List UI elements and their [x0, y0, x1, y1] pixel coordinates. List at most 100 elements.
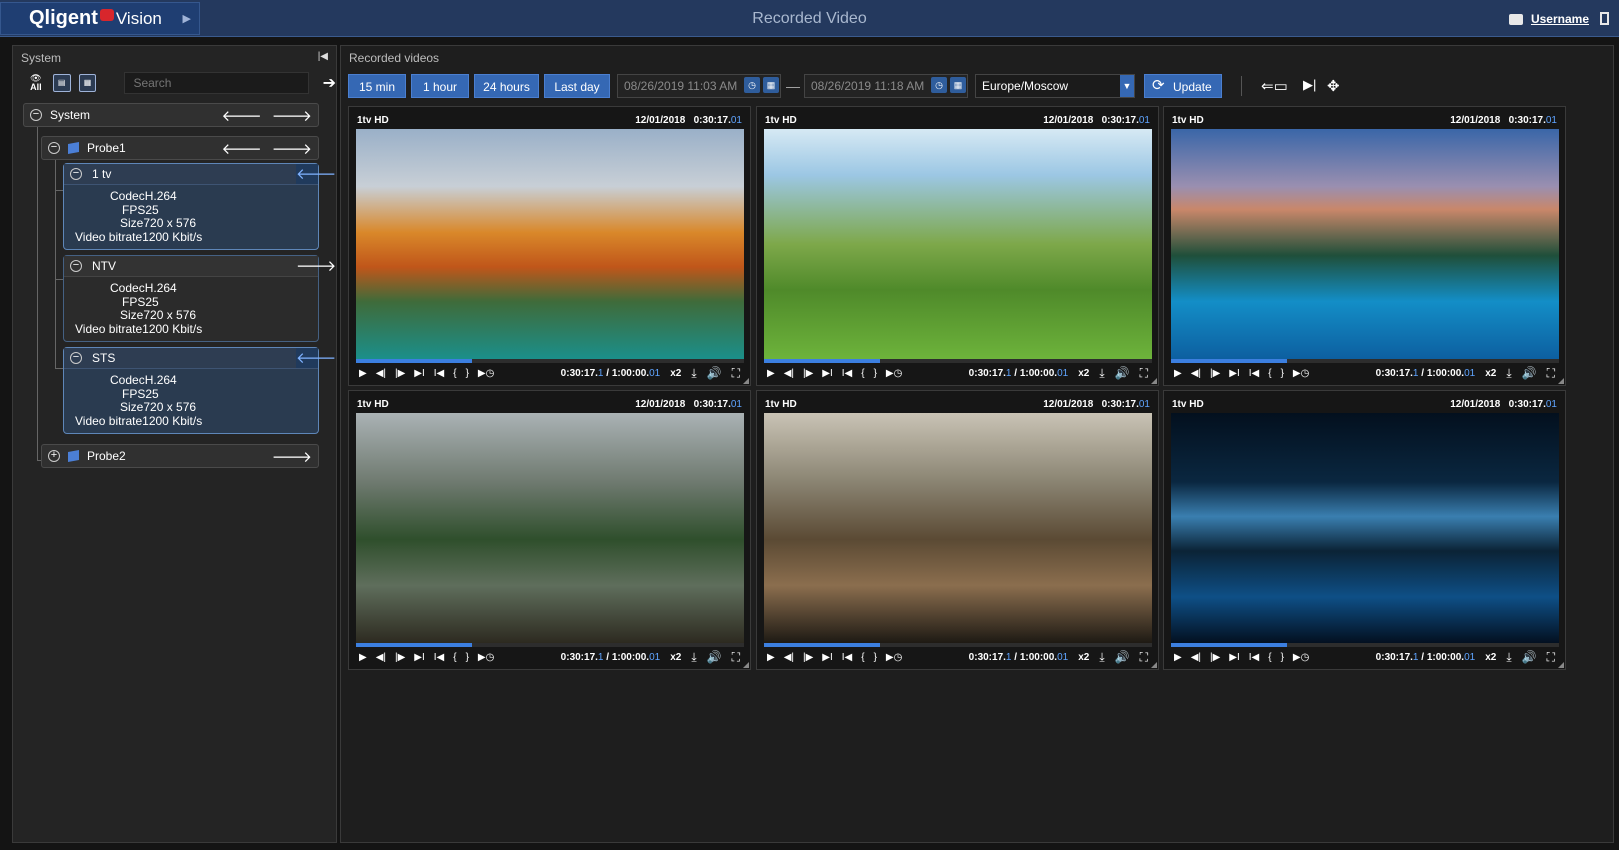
mark-in-icon[interactable]: {	[1268, 368, 1271, 379]
arrow-left-icon[interactable]: 🡐	[222, 106, 262, 125]
view-grid-icon[interactable]: ▦	[78, 74, 97, 92]
arrow-right-icon[interactable]: 🡒	[272, 139, 312, 158]
range-24hours-button[interactable]: 24 hours	[474, 74, 539, 98]
play-to-time-icon[interactable]: ▶◷	[886, 368, 902, 379]
panel-toggle-icon[interactable]	[1600, 12, 1609, 25]
arrow-right-icon[interactable]: 🡒	[272, 447, 312, 466]
fullscreen-icon[interactable]: ⛶	[1140, 650, 1148, 665]
volume-icon[interactable]: 🔊	[1115, 650, 1130, 664]
resize-handle[interactable]	[1558, 378, 1564, 384]
view-list-icon[interactable]: ▤	[52, 74, 71, 92]
step-forward-icon[interactable]: |▶	[803, 368, 813, 379]
go-start-icon[interactable]: I◀	[434, 368, 444, 379]
speed-label[interactable]: x2	[1485, 368, 1496, 379]
step-back-icon[interactable]: ◀|	[376, 652, 386, 663]
step-forward-icon[interactable]: |▶	[395, 652, 405, 663]
step-back-icon[interactable]: ◀|	[784, 652, 794, 663]
mark-out-icon[interactable]: }	[466, 652, 469, 663]
speed-label[interactable]: x2	[1078, 368, 1089, 379]
arrow-left-icon[interactable]: 🡐	[296, 164, 336, 184]
play-icon[interactable]: ▶	[767, 652, 775, 663]
video-tile[interactable]: 1tv HD 12/01/2018 0:30:17.01 ▶ ◀| |▶ ▶I …	[348, 106, 751, 386]
channel-card-ntv[interactable]: − NTV 🡒 CodecH.264 FPS25 Size720 x 576 V…	[63, 255, 336, 342]
arrow-right-icon[interactable]: 🡒	[272, 106, 312, 125]
play-icon[interactable]: ▶	[1174, 368, 1182, 379]
resize-handle[interactable]	[743, 662, 749, 668]
video-tile[interactable]: 1tv HD 12/01/2018 0:30:17.01 ▶ ◀| |▶ ▶I …	[348, 390, 751, 670]
volume-icon[interactable]: 🔊	[707, 650, 722, 664]
tree-node-probe1[interactable]: − Probe1 🡐 🡒	[41, 136, 319, 160]
play-to-time-icon[interactable]: ▶◷	[1293, 368, 1309, 379]
fullscreen-icon[interactable]: ⛶	[1547, 650, 1555, 665]
clock-icon[interactable]: ◷	[744, 77, 760, 93]
eye-all-icon[interactable]: 👁 All	[27, 74, 45, 92]
download-icon[interactable]: ⤓	[1099, 650, 1104, 665]
range-15min-button[interactable]: 15 min	[348, 74, 406, 98]
channel-card-1tv[interactable]: − 1 tv 🡐 CodecH.264 FPS25 Size720 x 576 …	[63, 163, 336, 250]
mark-out-icon[interactable]: }	[466, 368, 469, 379]
app-logo[interactable]: Qligent Vision ▶	[0, 2, 200, 35]
resize-handle[interactable]	[743, 378, 749, 384]
volume-icon[interactable]: 🔊	[1115, 366, 1130, 380]
resize-handle[interactable]	[1151, 662, 1157, 668]
video-frame[interactable]	[1171, 413, 1559, 643]
update-button[interactable]: ⟳ Update	[1144, 74, 1222, 98]
collapse-icon[interactable]: −	[30, 109, 42, 121]
play-to-time-icon[interactable]: ▶◷	[1293, 652, 1309, 663]
calendar-icon[interactable]: ▦	[763, 77, 779, 93]
chevron-down-icon[interactable]: ▼	[1120, 75, 1134, 97]
volume-icon[interactable]: 🔊	[707, 366, 722, 380]
collapse-icon[interactable]: −	[70, 352, 82, 364]
seek-bar[interactable]	[764, 643, 1152, 647]
volume-icon[interactable]: 🔊	[1522, 366, 1537, 380]
search-go-icon[interactable]: ➔	[323, 73, 336, 93]
video-tile[interactable]: 1tv HD 12/01/2018 0:30:17.01 ▶ ◀| |▶ ▶I …	[1163, 390, 1566, 670]
seek-bar[interactable]	[1171, 643, 1559, 647]
tree-node-probe2[interactable]: + Probe2 🡒	[41, 444, 319, 468]
video-frame[interactable]	[764, 413, 1152, 643]
video-frame[interactable]	[356, 413, 744, 643]
step-back-icon[interactable]: ◀|	[784, 368, 794, 379]
play-icon[interactable]: ▶	[767, 368, 775, 379]
date-from-field[interactable]: 08/26/2019 11:03 AM ◷ ▦	[617, 74, 781, 98]
play-icon[interactable]: ▶	[1174, 652, 1182, 663]
go-start-icon[interactable]: I◀	[842, 368, 852, 379]
mark-in-icon[interactable]: {	[861, 368, 864, 379]
fullscreen-icon[interactable]: ⛶	[732, 366, 740, 381]
seek-bar[interactable]	[356, 643, 744, 647]
tree-node-system[interactable]: − System 🡐 🡒	[23, 103, 319, 127]
layout-settings-icon[interactable]: ✥	[1327, 77, 1340, 95]
expand-icon[interactable]: +	[48, 450, 60, 462]
mark-out-icon[interactable]: }	[874, 652, 877, 663]
play-icon[interactable]: ▶	[359, 652, 367, 663]
step-back-icon[interactable]: ◀|	[1191, 368, 1201, 379]
volume-icon[interactable]: 🔊	[1522, 650, 1537, 664]
go-end-icon[interactable]: ▶I	[1229, 652, 1239, 663]
play-to-time-icon[interactable]: ▶◷	[886, 652, 902, 663]
fullscreen-icon[interactable]: ⛶	[1547, 366, 1555, 381]
go-end-icon[interactable]: ▶I	[822, 368, 832, 379]
video-tile[interactable]: 1tv HD 12/01/2018 0:30:17.01 ▶ ◀| |▶ ▶I …	[1163, 106, 1566, 386]
play-to-time-icon[interactable]: ▶◷	[478, 368, 494, 379]
username-link[interactable]: Username	[1531, 12, 1589, 26]
range-lastday-button[interactable]: Last day	[544, 74, 610, 98]
mark-out-icon[interactable]: }	[874, 368, 877, 379]
video-tile[interactable]: 1tv HD 12/01/2018 0:30:17.01 ▶ ◀| |▶ ▶I …	[756, 106, 1159, 386]
range-1hour-button[interactable]: 1 hour	[411, 74, 469, 98]
chevron-right-icon[interactable]: ▶	[183, 12, 191, 25]
collapse-panel-icon[interactable]: |◀	[318, 51, 328, 62]
download-icon[interactable]: ⤓	[1099, 366, 1104, 381]
video-frame[interactable]	[356, 129, 744, 359]
resize-handle[interactable]	[1151, 378, 1157, 384]
speed-label[interactable]: x2	[1078, 652, 1089, 663]
go-end-icon[interactable]: ▶I	[414, 652, 424, 663]
download-icon[interactable]: ⤓	[691, 650, 696, 665]
go-start-icon[interactable]: I◀	[1249, 652, 1259, 663]
fullscreen-icon[interactable]: ⛶	[1140, 366, 1148, 381]
arrow-right-icon[interactable]: 🡒	[296, 256, 336, 276]
step-play-icon[interactable]: ▶|	[1303, 77, 1316, 93]
calendar-icon[interactable]: ▦	[950, 77, 966, 93]
date-to-field[interactable]: 08/26/2019 11:18 AM ◷ ▦	[804, 74, 968, 98]
timezone-select[interactable]: Europe/Moscow ▼	[975, 74, 1135, 98]
play-icon[interactable]: ▶	[359, 368, 367, 379]
